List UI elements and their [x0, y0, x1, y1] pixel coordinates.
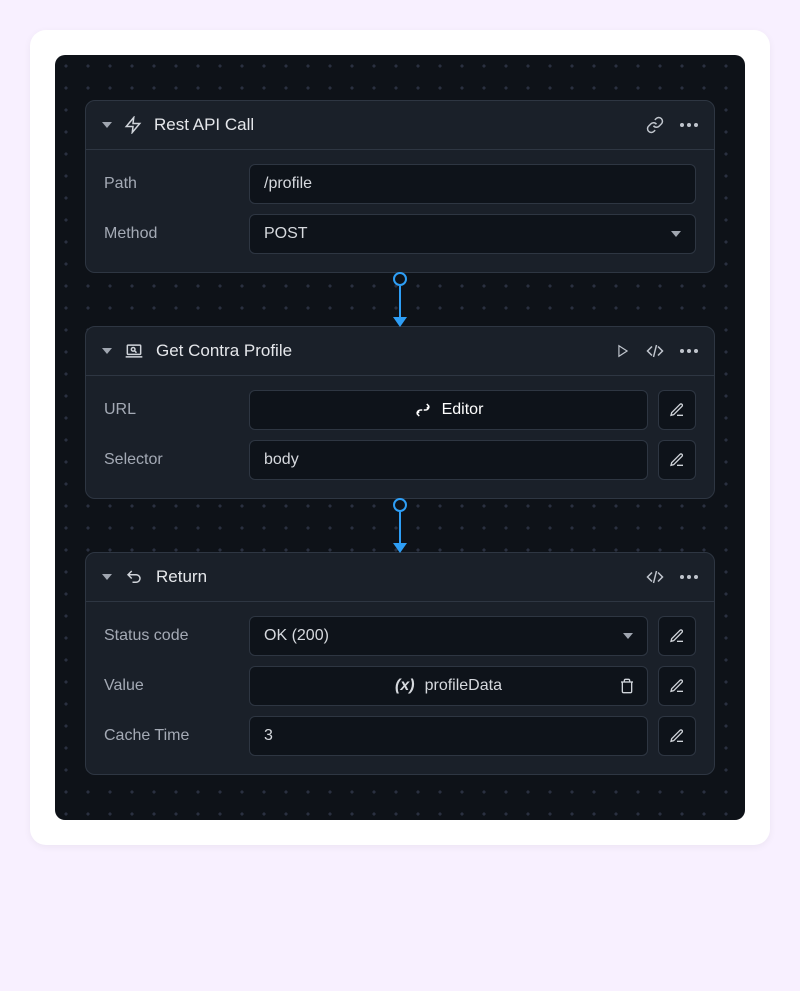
- trash-icon[interactable]: [619, 678, 635, 694]
- chevron-down-icon[interactable]: [102, 122, 112, 128]
- node-header: Get Contra Profile: [86, 327, 714, 376]
- method-select[interactable]: POST: [249, 214, 696, 254]
- node-return[interactable]: Return Status code OK (200): [85, 552, 715, 775]
- chevron-down-icon[interactable]: [102, 348, 112, 354]
- cache-label: Cache Time: [104, 727, 239, 745]
- connector: [85, 498, 715, 553]
- selector-label: Selector: [104, 451, 239, 469]
- node-body: URL Editor Selector body: [86, 376, 714, 498]
- status-label: Status code: [104, 627, 239, 645]
- node-get-profile[interactable]: Get Contra Profile URL Editor: [85, 326, 715, 499]
- method-label: Method: [104, 225, 239, 243]
- value-variable[interactable]: (x) profileData: [249, 666, 648, 706]
- path-input[interactable]: /profile: [249, 164, 696, 204]
- editor-text: Editor: [442, 401, 484, 419]
- code-icon[interactable]: [646, 342, 664, 360]
- node-title: Get Contra Profile: [156, 341, 604, 361]
- edit-button[interactable]: [658, 616, 696, 656]
- link-icon[interactable]: [646, 116, 664, 134]
- edit-button[interactable]: [658, 666, 696, 706]
- variable-name: profileData: [425, 677, 502, 695]
- node-header: Return: [86, 553, 714, 602]
- chevron-down-icon: [671, 231, 681, 237]
- variable-icon: (x): [395, 677, 415, 695]
- value-label: Value: [104, 677, 239, 695]
- more-icon[interactable]: [680, 123, 698, 127]
- edit-button[interactable]: [658, 440, 696, 480]
- connector: [85, 272, 715, 327]
- node-body: Path /profile Method POST: [86, 150, 714, 272]
- workflow-canvas[interactable]: Rest API Call Path /profile Method POST: [55, 55, 745, 820]
- method-value: POST: [264, 225, 308, 243]
- url-label: URL: [104, 401, 239, 419]
- node-title: Rest API Call: [154, 115, 634, 135]
- play-icon[interactable]: [616, 344, 630, 358]
- more-icon[interactable]: [680, 349, 698, 353]
- connector-dot[interactable]: [393, 498, 407, 512]
- node-rest-api[interactable]: Rest API Call Path /profile Method POST: [85, 100, 715, 273]
- status-value: OK (200): [264, 627, 329, 645]
- status-select[interactable]: OK (200): [249, 616, 648, 656]
- connector-dot[interactable]: [393, 272, 407, 286]
- edit-button[interactable]: [658, 716, 696, 756]
- url-editor-button[interactable]: Editor: [249, 390, 648, 430]
- lightning-icon: [124, 116, 142, 134]
- edit-button[interactable]: [658, 390, 696, 430]
- code-icon[interactable]: [646, 568, 664, 586]
- outer-frame: Rest API Call Path /profile Method POST: [30, 30, 770, 845]
- return-icon: [124, 568, 144, 586]
- selector-input[interactable]: body: [249, 440, 648, 480]
- more-icon[interactable]: [680, 575, 698, 579]
- chevron-down-icon: [623, 633, 633, 639]
- chevron-down-icon[interactable]: [102, 574, 112, 580]
- path-label: Path: [104, 175, 239, 193]
- cache-input[interactable]: 3: [249, 716, 648, 756]
- node-body: Status code OK (200) Value (x) profileDa…: [86, 602, 714, 774]
- node-title: Return: [156, 567, 634, 587]
- laptop-search-icon: [124, 342, 144, 360]
- node-header: Rest API Call: [86, 101, 714, 150]
